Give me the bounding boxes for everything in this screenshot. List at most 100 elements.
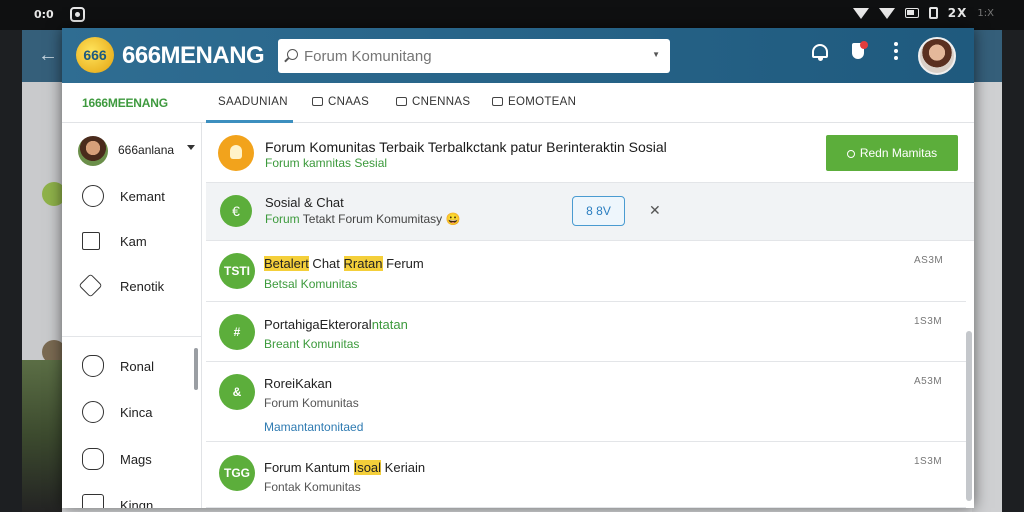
list-icon xyxy=(396,97,407,106)
post-title: Forum Kantum Isoal Keriain xyxy=(264,460,425,475)
hero-subtitle: Forum kamnitas Sesial xyxy=(265,156,388,170)
sidebar-item-ronal[interactable]: Ronal xyxy=(82,353,197,383)
title-text: Forum Kantum xyxy=(264,460,354,475)
title-text: Ekteroral xyxy=(319,317,372,332)
featured-subtitle-text: Tetakt Forum Komumitasy xyxy=(302,212,443,226)
background-photo xyxy=(22,360,62,512)
chat-icon xyxy=(312,97,323,106)
title-text: Portahiga xyxy=(264,317,320,332)
heart-icon xyxy=(82,355,104,377)
post-avatar-icon: # xyxy=(219,314,255,350)
tab-eomotean[interactable]: EOMOTEAN xyxy=(492,96,576,108)
featured-action-button[interactable]: 8 8V xyxy=(572,196,625,226)
tag-icon xyxy=(78,273,103,298)
smile-emoji-icon: 😀 xyxy=(445,212,461,226)
wifi-icon xyxy=(852,7,869,19)
title-highlight: Rratan xyxy=(343,256,383,271)
sidebar-item-kam[interactable]: Kam xyxy=(82,228,197,258)
calendar-icon xyxy=(492,97,503,106)
tab-label: SAADUNIAN xyxy=(218,96,288,108)
sidebar-item-renotik[interactable]: Renotik xyxy=(78,273,197,303)
avatar[interactable] xyxy=(918,37,956,75)
sidebar-item-mags[interactable]: Mags xyxy=(82,446,197,476)
tab-cnaas[interactable]: CNAAS xyxy=(312,96,369,108)
post-title: PortahigaEkteroralntatan xyxy=(264,317,408,332)
list-item[interactable]: # PortahigaEkteroralntatan Breant Komuni… xyxy=(206,302,966,362)
status-left-text: 0:0 xyxy=(34,8,54,21)
post-subtitle: Breant Komunitas xyxy=(264,337,360,351)
sidebar-divider xyxy=(62,336,201,337)
chat-bubble-icon: € xyxy=(220,195,252,227)
folder-icon xyxy=(82,494,104,508)
tab-label: EOMOTEAN xyxy=(508,96,577,108)
chevron-down-icon[interactable] xyxy=(187,145,195,150)
background-right-panel xyxy=(972,82,1002,512)
battery-icon xyxy=(904,8,919,18)
sidebar-item-label: Kemant xyxy=(120,189,165,204)
status-dim-text: 1:X xyxy=(977,7,994,19)
join-community-button[interactable]: Redn Mamitas xyxy=(826,135,958,171)
sidebar-scrollbar[interactable] xyxy=(194,348,198,390)
featured-post[interactable]: € Sosial & Chat Forum Tetakt Forum Komum… xyxy=(206,183,974,241)
search-bar[interactable]: ▼ xyxy=(278,39,670,73)
inbox-icon xyxy=(82,232,100,250)
join-button-label: Redn Mamitas xyxy=(859,146,938,160)
bell-icon[interactable] xyxy=(812,44,828,61)
post-title: RoreiKakan xyxy=(264,376,332,391)
tab-label: CNAAS xyxy=(328,96,370,108)
list-item[interactable]: TSTI Betalert Chat Rratan Ferum Betsal K… xyxy=(206,241,966,302)
post-time: AS3M xyxy=(914,255,944,266)
more-options-icon[interactable] xyxy=(894,42,898,62)
status-right: 2X 1:X xyxy=(852,6,994,20)
sidebar-item-kingn[interactable]: Kingn xyxy=(82,492,197,508)
search-icon xyxy=(287,49,298,60)
title-highlight: Betalert xyxy=(264,256,309,271)
clock-icon xyxy=(82,401,104,423)
list-item[interactable]: & RoreiKakan Forum Komunitas Mamantanton… xyxy=(206,362,966,442)
title-text: Ferum xyxy=(382,256,424,271)
content-scrollbar[interactable] xyxy=(966,331,972,501)
sidebar-item-label: Renotik xyxy=(120,279,165,294)
location-icon xyxy=(846,150,855,158)
post-time: 1S3M xyxy=(914,316,943,327)
post-avatar-icon: & xyxy=(219,374,255,410)
title-text: Keriain xyxy=(381,460,426,475)
users-icon xyxy=(82,185,104,207)
search-input[interactable] xyxy=(304,46,634,66)
back-arrow-icon[interactable]: ← xyxy=(38,44,58,67)
sidebar-item-label: Kam xyxy=(120,234,147,249)
sidebar-item-kinca[interactable]: Kinca xyxy=(82,399,197,429)
post-time: 1S3M xyxy=(914,456,943,467)
tab-label: CNENNAS xyxy=(412,96,471,108)
sidebar-item-kemant[interactable]: Kemant xyxy=(82,183,197,213)
close-icon[interactable]: ✕ xyxy=(649,202,661,219)
signal-icon xyxy=(878,7,895,19)
sidebar: 666anlana Kemant Kam Renotik Ronal Kinca… xyxy=(62,123,202,508)
sidebar-username[interactable]: 666anlana xyxy=(118,143,174,157)
sidebar-avatar[interactable] xyxy=(78,136,108,166)
title-green: ntatan xyxy=(371,317,408,332)
top-bar: 666 666MENANG ▼ xyxy=(62,28,974,83)
status-right-text: 2X xyxy=(947,6,968,20)
sidebar-item-label: Kingn xyxy=(120,498,154,508)
chevron-down-icon[interactable]: ▼ xyxy=(652,50,660,59)
logo-badge[interactable]: 666 xyxy=(76,37,114,73)
sidebar-item-label: Mags xyxy=(120,452,152,467)
list-item[interactable]: TGG Forum Kantum Isoal Keriain Fontak Ko… xyxy=(206,442,966,508)
tab-cnennas[interactable]: CNENNAS xyxy=(396,96,470,108)
sub-header: 1666MEENANG SAADUNIAN CNAAS CNENNAS EOMO… xyxy=(62,83,974,123)
sub-brand-label: 1666MEENANG xyxy=(82,96,168,110)
hero-title: Forum Komunitas Terbaik Terbalkctank pat… xyxy=(265,139,667,155)
post-avatar-icon: TGG xyxy=(219,455,255,491)
sidebar-item-label: Ronal xyxy=(120,359,154,374)
lock-icon xyxy=(928,7,938,19)
community-icon xyxy=(218,135,254,171)
post-extra-link[interactable]: Mamantantonitaed xyxy=(264,420,363,434)
post-subtitle: Fontak Komunitas xyxy=(264,480,361,494)
featured-subtitle: Forum Tetakt Forum Komumitasy 😀 xyxy=(265,212,460,226)
tab-saadunian[interactable]: SAADUNIAN xyxy=(218,96,288,108)
notification-badge xyxy=(860,41,868,49)
brand-name[interactable]: 666MENANG xyxy=(122,42,265,70)
title-highlight: Isoal xyxy=(353,460,382,475)
post-time: A53M xyxy=(914,376,943,387)
